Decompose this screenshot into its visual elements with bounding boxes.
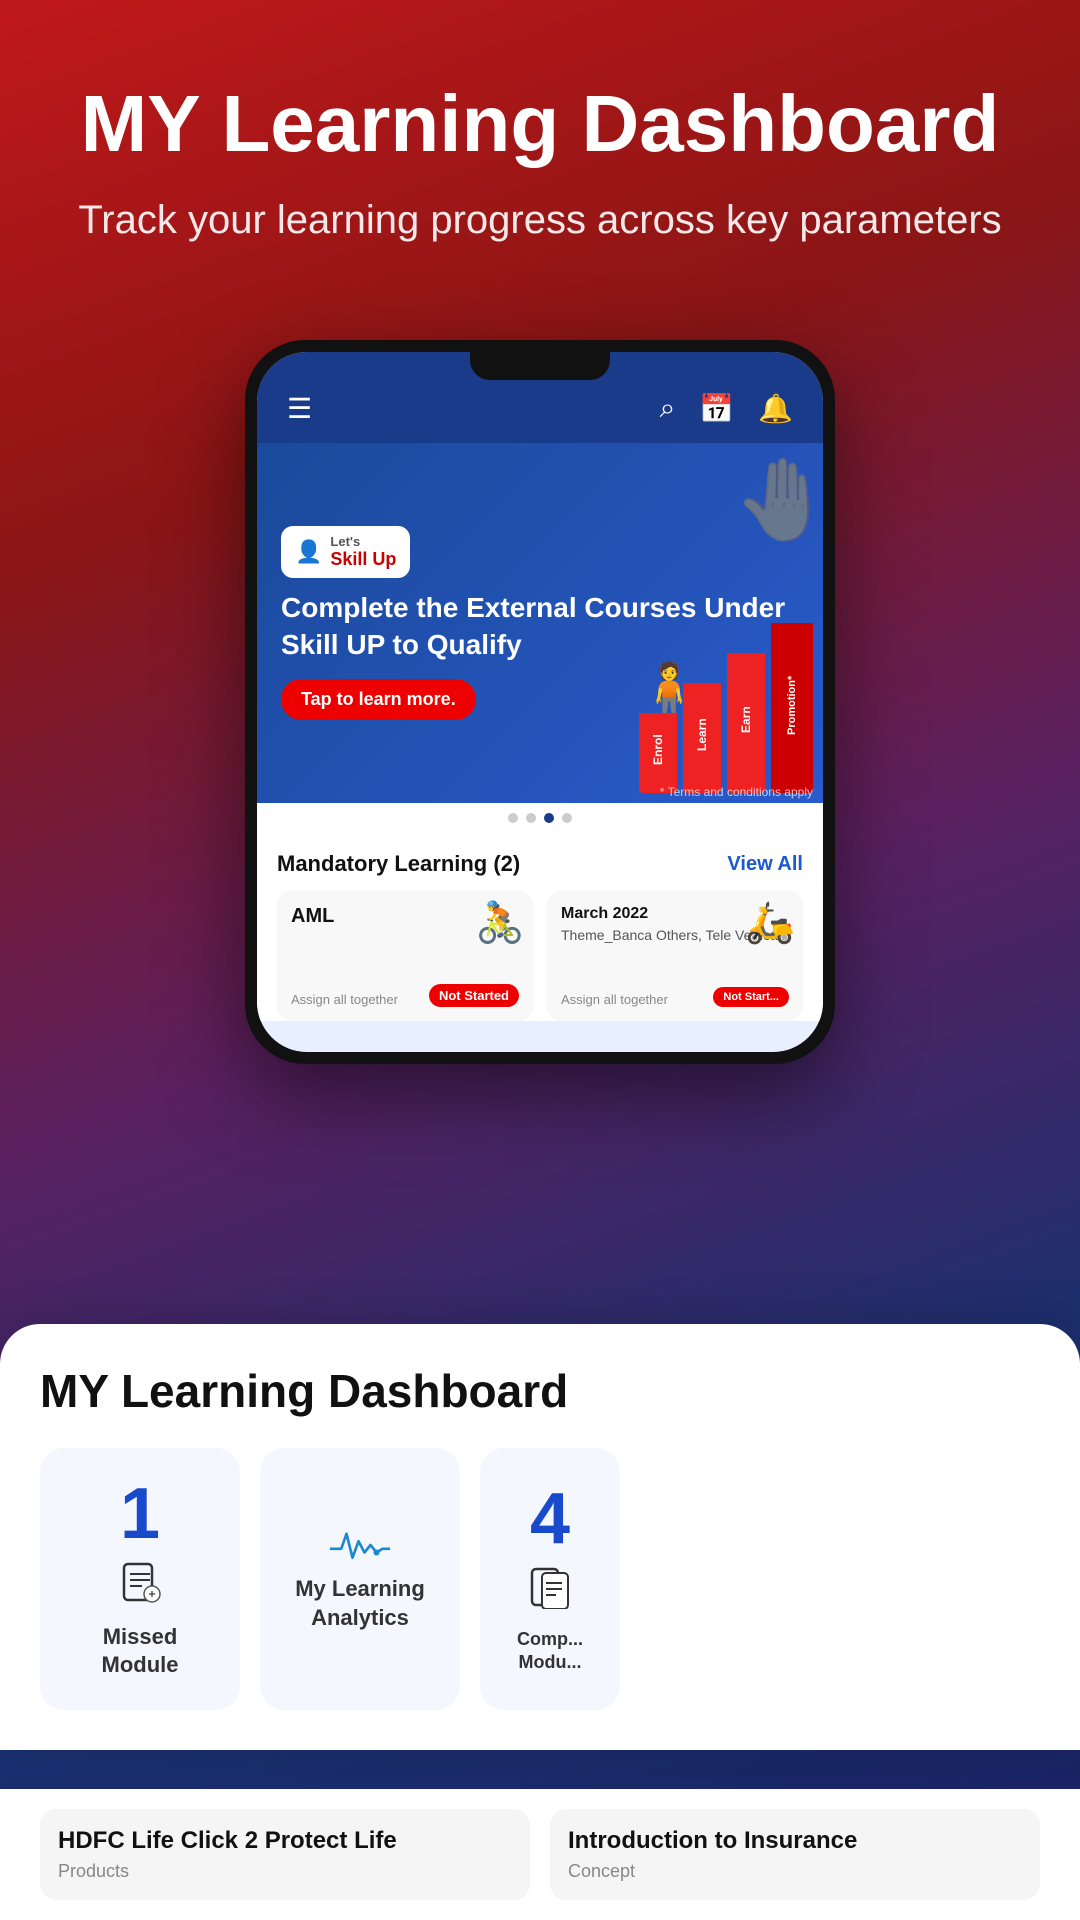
badge-lets: Let's xyxy=(330,534,396,549)
hamburger-icon[interactable]: ☰ xyxy=(287,392,312,425)
view-all-button[interactable]: View All xyxy=(727,853,803,876)
completed-module-icon xyxy=(528,1565,572,1618)
badge-skillup: Skill Up xyxy=(330,549,396,570)
bottom-course-1[interactable]: HDFC Life Click 2 Protect Life Products xyxy=(40,1809,530,1900)
stat-card-completed[interactable]: 4 Comp...Modu... xyxy=(480,1448,620,1710)
search-icon[interactable]: ⌕ xyxy=(660,392,676,425)
missed-module-icon xyxy=(118,1560,162,1613)
mandatory-section: Mandatory Learning (2) View All AML 🚴 As… xyxy=(257,833,823,1021)
dot-3 xyxy=(544,813,554,823)
bottom-course-2[interactable]: Introduction to Insurance Concept xyxy=(550,1809,1040,1900)
mandatory-title: Mandatory Learning (2) xyxy=(277,851,520,877)
course-status: Not Started xyxy=(429,984,519,1007)
calendar-icon[interactable]: 📅 xyxy=(699,392,734,425)
nav-icons: ⌕ 📅 🔔 xyxy=(660,392,793,425)
banner-cta-button[interactable]: Tap to learn more. xyxy=(281,679,476,720)
dot-1 xyxy=(508,813,518,823)
phone-frame: ☰ ⌕ 📅 🔔 👤 Let's xyxy=(245,340,835,1064)
dashboard-sheet: MY Learning Dashboard 1 Missed Mo xyxy=(0,1324,1080,1750)
bottom-courses: HDFC Life Click 2 Protect Life Products … xyxy=(0,1789,1080,1920)
hero-title: MY Learning Dashboard xyxy=(60,80,1020,168)
course-assign-2: Assign all together xyxy=(561,992,668,1007)
stat-label-missed: Missed Module xyxy=(64,1623,216,1680)
stat-number-missed: 1 xyxy=(120,1478,160,1550)
stat-label-completed: Comp...Modu... xyxy=(517,1628,583,1675)
banner-content: 👤 Let's Skill Up Complete the External C… xyxy=(257,506,823,740)
stat-label-analytics: My Learning Analytics xyxy=(284,1575,436,1632)
course-status-2: Not Start... xyxy=(713,987,789,1007)
hero-subtitle: Track your learning progress across key … xyxy=(60,192,1020,248)
app-banner: 👤 Let's Skill Up Complete the External C… xyxy=(257,443,823,803)
phone-mockup: ☰ ⌕ 📅 🔔 👤 Let's xyxy=(245,340,835,1064)
course-figure: 🚴 xyxy=(475,899,525,946)
terms-text: * Terms and conditions apply xyxy=(660,785,813,799)
bottom-course-name-2: Introduction to Insurance xyxy=(568,1827,1022,1855)
banner-heading: Complete the External Courses Under Skil… xyxy=(281,590,799,663)
bottom-course-tag-2: Concept xyxy=(568,1861,1022,1882)
courses-row: AML 🚴 Assign all together Not Started Ma… xyxy=(277,891,803,1021)
bottom-course-name-1: HDFC Life Click 2 Protect Life xyxy=(58,1827,512,1855)
skillup-badge: 👤 Let's Skill Up xyxy=(281,526,410,578)
stat-number-completed: 4 xyxy=(530,1483,570,1555)
bottom-course-tag-1: Products xyxy=(58,1861,512,1882)
badge-icon: 👤 xyxy=(295,539,322,565)
stats-row: 1 Missed Module xyxy=(40,1448,1040,1710)
hero-section: MY Learning Dashboard Track your learnin… xyxy=(0,0,1080,288)
course-card-aml[interactable]: AML 🚴 Assign all together Not Started xyxy=(277,891,533,1021)
pulse-icon xyxy=(330,1525,390,1565)
course-card-march[interactable]: March 2022 Theme_Banca Others, Tele Vert… xyxy=(547,891,803,1021)
carousel-dots xyxy=(257,803,823,833)
phone-screen: ☰ ⌕ 📅 🔔 👤 Let's xyxy=(257,352,823,1052)
course-assign: Assign all together xyxy=(291,992,398,1007)
course-figure-2: 🛵 xyxy=(745,899,795,946)
bell-icon[interactable]: 🔔 xyxy=(758,392,793,425)
phone-notch xyxy=(470,352,610,380)
section-header: Mandatory Learning (2) View All xyxy=(277,851,803,877)
dashboard-title: MY Learning Dashboard xyxy=(40,1364,1040,1418)
stat-card-analytics[interactable]: My Learning Analytics xyxy=(260,1448,460,1710)
dot-2 xyxy=(526,813,536,823)
dot-4 xyxy=(562,813,572,823)
stat-card-missed[interactable]: 1 Missed Module xyxy=(40,1448,240,1710)
